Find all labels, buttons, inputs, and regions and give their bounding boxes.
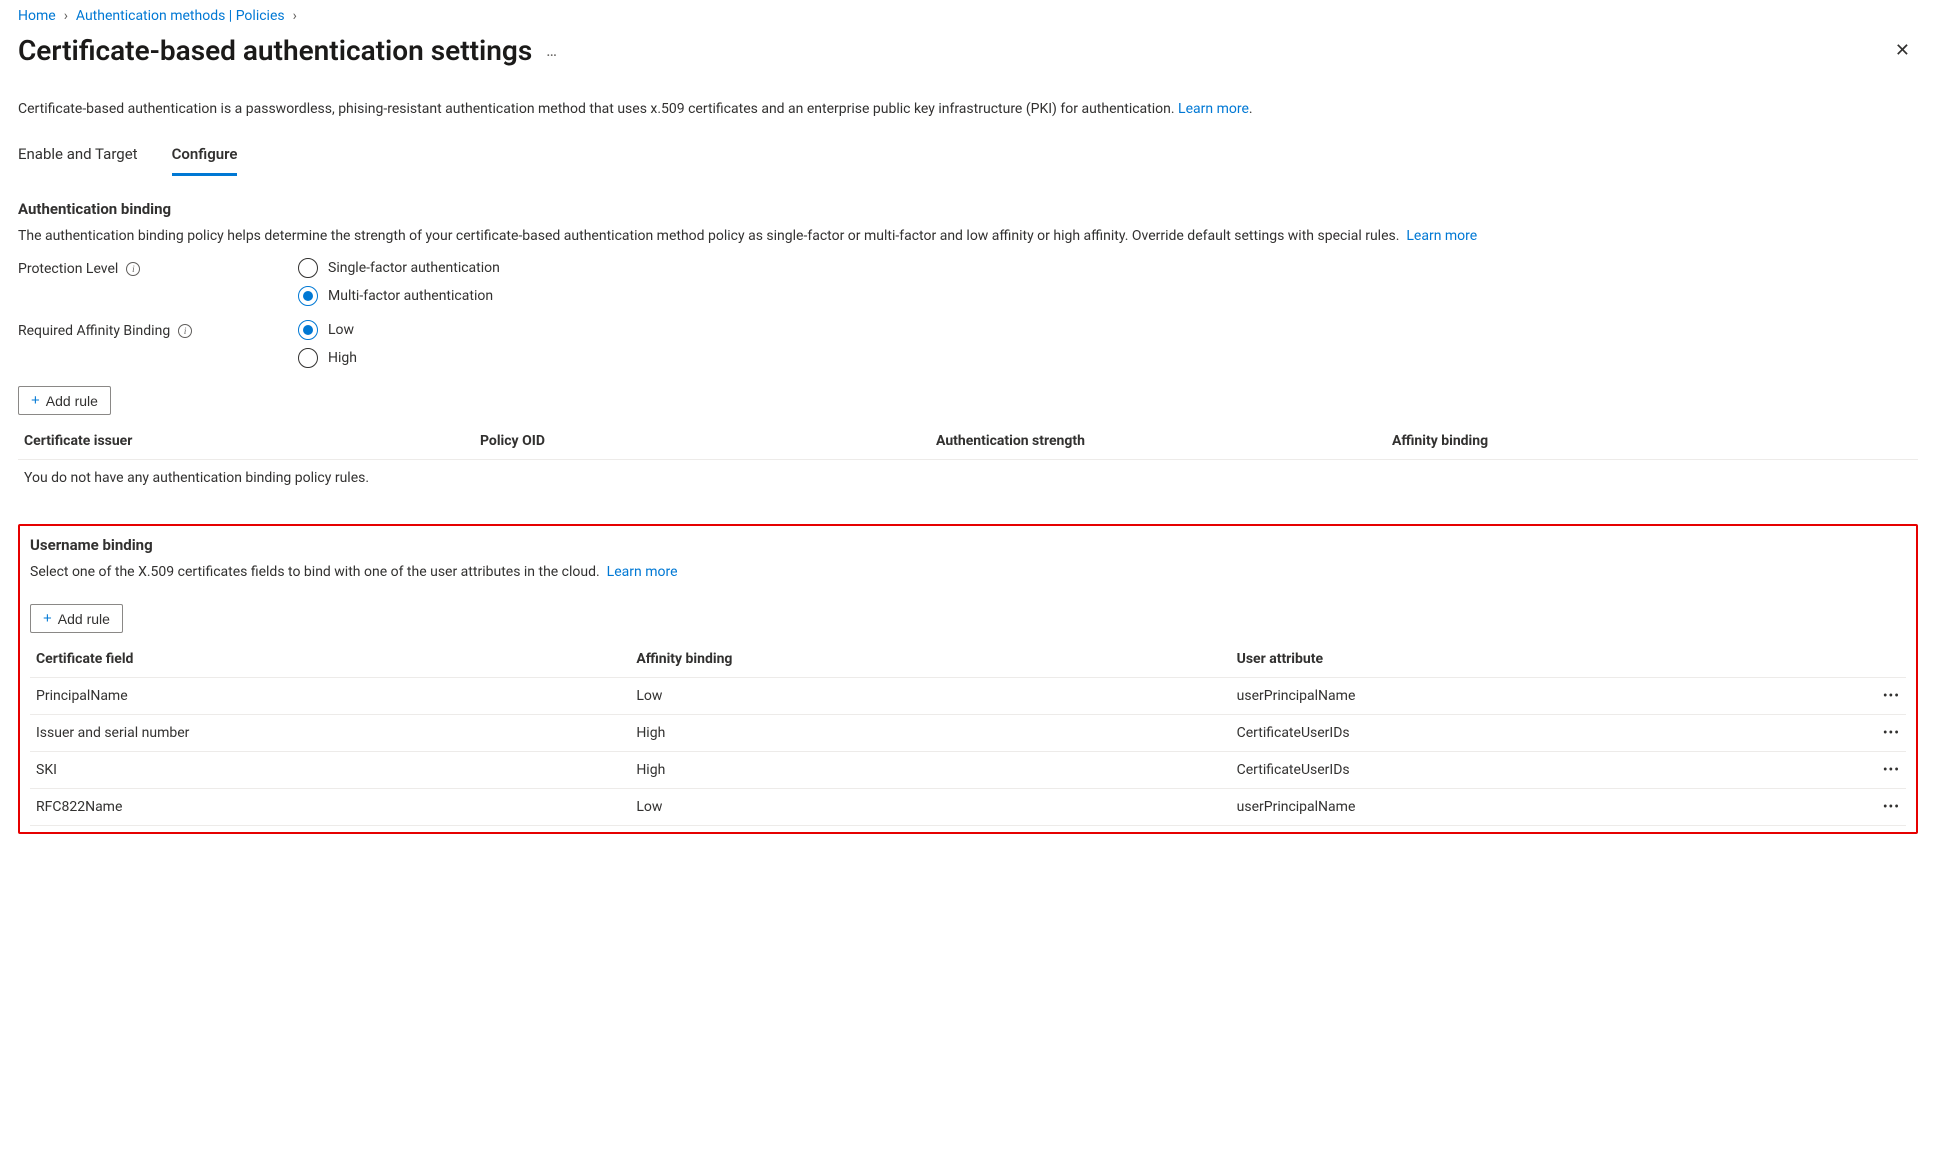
cell-certificate-field: Issuer and serial number bbox=[30, 715, 630, 752]
title-row: Certificate-based authentication setting… bbox=[18, 34, 1918, 67]
breadcrumb-home[interactable]: Home bbox=[18, 8, 56, 24]
col-affinity-binding: Affinity binding bbox=[1386, 425, 1918, 460]
username-binding-body-text: Select one of the X.509 certificates fie… bbox=[30, 564, 600, 580]
row-actions-icon[interactable]: ••• bbox=[1831, 678, 1906, 715]
add-auth-rule-label: Add rule bbox=[46, 393, 98, 409]
radio-icon bbox=[298, 348, 318, 368]
radio-icon bbox=[298, 320, 318, 340]
chevron-right-icon: › bbox=[293, 8, 297, 24]
radio-multi-factor[interactable]: Multi-factor authentication bbox=[298, 286, 500, 306]
page-title: Certificate-based authentication setting… bbox=[18, 34, 532, 67]
chevron-right-icon: › bbox=[64, 8, 68, 24]
tab-configure[interactable]: Configure bbox=[172, 139, 238, 176]
row-actions-icon[interactable]: ••• bbox=[1831, 715, 1906, 752]
auth-binding-table: Certificate issuer Policy OID Authentica… bbox=[18, 425, 1918, 496]
username-binding-section: Username binding Select one of the X.509… bbox=[18, 524, 1918, 834]
cell-user-attribute: userPrincipalName bbox=[1231, 678, 1831, 715]
col-policy-oid: Policy OID bbox=[474, 425, 930, 460]
row-actions-icon[interactable]: ••• bbox=[1831, 789, 1906, 826]
cell-user-attribute: userPrincipalName bbox=[1231, 789, 1831, 826]
radio-multi-factor-label: Multi-factor authentication bbox=[328, 288, 493, 304]
cell-affinity-binding: High bbox=[630, 752, 1230, 789]
required-affinity-label: Required Affinity Binding bbox=[18, 323, 170, 339]
radio-single-factor-label: Single-factor authentication bbox=[328, 260, 500, 276]
username-binding-table: Certificate field Affinity binding User … bbox=[30, 643, 1906, 826]
required-affinity-row: Required Affinity Binding i Low High bbox=[18, 320, 1918, 368]
protection-level-radio-group: Single-factor authentication Multi-facto… bbox=[298, 258, 500, 306]
plus-icon: + bbox=[43, 610, 52, 627]
col-certificate-field: Certificate field bbox=[30, 643, 630, 678]
info-icon[interactable]: i bbox=[126, 262, 140, 276]
learn-more-link[interactable]: Learn more bbox=[1178, 101, 1249, 117]
col-affinity-binding: Affinity binding bbox=[630, 643, 1230, 678]
col-certificate-issuer: Certificate issuer bbox=[18, 425, 474, 460]
auth-binding-body: The authentication binding policy helps … bbox=[18, 228, 1918, 244]
affinity-radio-group: Low High bbox=[298, 320, 357, 368]
table-row: RFC822Name Low userPrincipalName ••• bbox=[30, 789, 1906, 826]
radio-affinity-high-label: High bbox=[328, 350, 357, 366]
username-binding-body: Select one of the X.509 certificates fie… bbox=[30, 564, 1906, 580]
breadcrumb: Home › Authentication methods | Policies… bbox=[18, 8, 1918, 24]
radio-affinity-low[interactable]: Low bbox=[298, 320, 357, 340]
username-binding-heading: Username binding bbox=[30, 536, 1906, 554]
info-icon[interactable]: i bbox=[178, 324, 192, 338]
table-row: Issuer and serial number High Certificat… bbox=[30, 715, 1906, 752]
cell-affinity-binding: Low bbox=[630, 789, 1230, 826]
authentication-binding-section: Authentication binding The authenticatio… bbox=[18, 200, 1918, 496]
page-description-text: Certificate-based authentication is a pa… bbox=[18, 101, 1175, 117]
col-auth-strength: Authentication strength bbox=[930, 425, 1386, 460]
auth-binding-body-text: The authentication binding policy helps … bbox=[18, 228, 1399, 244]
add-username-rule-label: Add rule bbox=[58, 611, 110, 627]
add-username-rule-button[interactable]: + Add rule bbox=[30, 604, 123, 633]
tabs: Enable and Target Configure bbox=[18, 139, 1918, 176]
table-row: SKI High CertificateUserIDs ••• bbox=[30, 752, 1906, 789]
cell-affinity-binding: Low bbox=[630, 678, 1230, 715]
cell-certificate-field: PrincipalName bbox=[30, 678, 630, 715]
radio-icon bbox=[298, 286, 318, 306]
row-actions-icon[interactable]: ••• bbox=[1831, 752, 1906, 789]
radio-affinity-low-label: Low bbox=[328, 322, 354, 338]
add-auth-rule-button[interactable]: + Add rule bbox=[18, 386, 111, 415]
auth-binding-empty-row: You do not have any authentication bindi… bbox=[18, 460, 1918, 497]
protection-level-label: Protection Level bbox=[18, 261, 118, 277]
cell-user-attribute: CertificateUserIDs bbox=[1231, 752, 1831, 789]
plus-icon: + bbox=[31, 392, 40, 409]
cell-user-attribute: CertificateUserIDs bbox=[1231, 715, 1831, 752]
protection-level-row: Protection Level i Single-factor authent… bbox=[18, 258, 1918, 306]
table-row: PrincipalName Low userPrincipalName ••• bbox=[30, 678, 1906, 715]
auth-binding-learn-more-link[interactable]: Learn more bbox=[1406, 228, 1477, 244]
cell-certificate-field: SKI bbox=[30, 752, 630, 789]
close-icon[interactable]: ✕ bbox=[1887, 36, 1918, 65]
cell-affinity-binding: High bbox=[630, 715, 1230, 752]
tab-enable-and-target[interactable]: Enable and Target bbox=[18, 139, 138, 176]
col-user-attribute: User attribute bbox=[1231, 643, 1831, 678]
page-description: Certificate-based authentication is a pa… bbox=[18, 101, 1918, 117]
auth-binding-empty-text: You do not have any authentication bindi… bbox=[18, 460, 1918, 497]
radio-affinity-high[interactable]: High bbox=[298, 348, 357, 368]
radio-icon bbox=[298, 258, 318, 278]
more-actions-icon[interactable]: … bbox=[546, 41, 558, 60]
radio-single-factor[interactable]: Single-factor authentication bbox=[298, 258, 500, 278]
breadcrumb-auth-methods[interactable]: Authentication methods | Policies bbox=[76, 8, 285, 24]
auth-binding-heading: Authentication binding bbox=[18, 200, 1918, 218]
cell-certificate-field: RFC822Name bbox=[30, 789, 630, 826]
username-binding-learn-more-link[interactable]: Learn more bbox=[607, 564, 678, 580]
